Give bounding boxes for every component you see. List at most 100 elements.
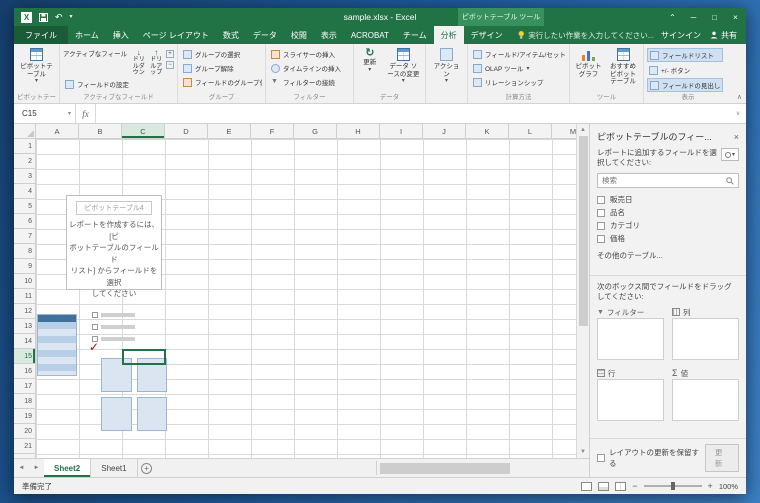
select-all-corner[interactable] [14,124,36,138]
column-header-F[interactable]: F [251,124,294,138]
zoom-out-button[interactable]: − [632,481,637,491]
row-header-2[interactable]: 2 [14,154,35,169]
pivottable-button[interactable]: ピボットテーブル ▾ [17,46,56,93]
ribbon-tab-デザイン[interactable]: デザイン [464,26,510,44]
field-settings-button[interactable]: フィールドの設定 [63,78,129,90]
row-header-7[interactable]: 7 [14,229,35,244]
zoom-slider[interactable] [643,482,702,490]
collapse-field-button[interactable]: − [166,61,174,69]
minimize-button[interactable]: ─ [683,8,704,26]
field-headers-toggle[interactable]: フィールドの見出し [647,78,724,92]
field-checkbox[interactable] [597,208,605,217]
normal-view-icon[interactable] [581,481,593,491]
horizontal-scroll-thumb[interactable] [380,462,510,474]
row-header-13[interactable]: 13 [14,319,35,334]
column-header-A[interactable]: A [36,124,79,138]
field-list-toggle[interactable]: フィールドリスト [647,48,724,62]
scroll-down-icon[interactable]: ▼ [580,448,586,456]
relationships-button[interactable]: リレーションシップ [471,76,566,88]
field-search-box[interactable] [597,173,739,188]
row-header-15[interactable]: 15 [14,349,35,364]
row-header-18[interactable]: 18 [14,394,35,409]
column-header-L[interactable]: L [509,124,552,138]
row-header-19[interactable]: 19 [14,409,35,424]
close-button[interactable]: × [725,8,746,26]
columns-area-dropzone[interactable] [672,318,739,360]
row-header-16[interactable]: 16 [14,364,35,379]
row-header-17[interactable]: 17 [14,379,35,394]
change-data-source-button[interactable]: データ ソースの変更 ▾ [385,46,422,93]
row-header-9[interactable]: 9 [14,259,35,274]
values-area-dropzone[interactable] [672,379,739,421]
row-header-8[interactable]: 8 [14,244,35,259]
row-header-4[interactable]: 4 [14,184,35,199]
group-field-button[interactable]: フィールドのグループ化 [181,76,262,88]
ribbon-display-options-button[interactable]: ⌃ [662,8,683,26]
share-button[interactable]: 共有 [710,30,737,41]
recommended-pivottables-button[interactable]: おすすめピボットテーブル [606,46,640,93]
vertical-scroll-thumb[interactable] [578,136,588,326]
row-header-1[interactable]: 1 [14,139,35,154]
ribbon-tab-分析[interactable]: 分析 [433,26,464,44]
column-header-B[interactable]: B [79,124,122,138]
insert-timeline-button[interactable]: タイムラインの挿入 [269,62,343,74]
column-header-K[interactable]: K [466,124,509,138]
field-checkbox[interactable] [597,234,605,243]
field-checkbox[interactable] [597,221,605,230]
collapse-ribbon-button[interactable]: ∧ [737,93,742,101]
field-checkbox[interactable] [597,195,605,204]
insert-slicer-button[interactable]: スライサーの挿入 [269,48,343,60]
ribbon-tab-表示[interactable]: 表示 [314,26,344,44]
pane-tools-button[interactable]: ▾ [721,148,739,161]
column-header-E[interactable]: E [208,124,251,138]
row-header-12[interactable]: 12 [14,304,35,319]
ribbon-tab-ACROBAT[interactable]: ACROBAT [344,26,396,44]
sheet-nav-right-icon[interactable]: ► [29,459,44,477]
scroll-up-icon[interactable]: ▲ [580,126,586,134]
pivotchart-button[interactable]: ピボットグラフ [573,46,604,93]
selected-cell-C15[interactable] [122,349,166,365]
column-header-J[interactable]: J [423,124,466,138]
undo-button[interactable]: ↶ [55,12,63,22]
row-header-11[interactable]: 11 [14,289,35,304]
row-header-6[interactable]: 6 [14,214,35,229]
row-header-10[interactable]: 10 [14,274,35,289]
customize-qat-button[interactable]: ▾ [70,14,73,20]
column-header-G[interactable]: G [294,124,337,138]
field-item-価格[interactable]: 価格 [597,232,739,245]
field-search-input[interactable] [602,176,726,185]
name-box-dropdown-icon[interactable]: ▾ [68,110,75,117]
plus-minus-buttons-toggle[interactable]: +/- ボタン [647,64,723,76]
more-tables-link[interactable]: その他のテーブル... [590,245,746,261]
ribbon-tab-ファイル[interactable]: ファイル [14,26,68,44]
add-sheet-button[interactable]: + [138,459,156,477]
row-header-3[interactable]: 3 [14,169,35,184]
column-header-M[interactable]: M [552,124,576,138]
sheet-nav-left-icon[interactable]: ◄ [14,459,29,477]
formula-input[interactable] [96,104,730,123]
ribbon-tab-データ[interactable]: データ [246,26,284,44]
pane-close-icon[interactable]: × [734,132,739,142]
sign-in-button[interactable]: サインイン [661,30,701,41]
ribbon-tab-数式[interactable]: 数式 [216,26,246,44]
ribbon-tab-チーム[interactable]: チーム [396,26,434,44]
field-item-品名[interactable]: 品名 [597,206,739,219]
row-header-21[interactable]: 21 [14,439,35,454]
row-header-14[interactable]: 14 [14,334,35,349]
name-box[interactable]: C15 ▾ [14,104,76,123]
page-layout-view-icon[interactable] [598,481,610,491]
row-header-20[interactable]: 20 [14,424,35,439]
group-selection-button[interactable]: グループの選択 [181,48,262,60]
sheet-tab-Sheet1[interactable]: Sheet1 [91,459,138,477]
ribbon-tab-校閲[interactable]: 校閲 [284,26,314,44]
insert-function-button[interactable]: fx [76,104,96,123]
field-item-販売日[interactable]: 販売日 [597,193,739,206]
ungroup-button[interactable]: グループ解除 [181,62,262,74]
grid-cells[interactable]: ピボットテーブル4 レポートを作成するには、[ピ ボットテーブルのフィールド リ… [36,139,576,458]
column-header-D[interactable]: D [165,124,208,138]
fields-items-sets-button[interactable]: フィールド/アイテム/セット ▾ [471,48,566,60]
column-header-C[interactable]: C [122,124,165,138]
horizontal-scrollbar[interactable] [376,461,589,475]
rows-area-dropzone[interactable] [597,379,664,421]
tell-me-box[interactable]: 実行したい作業を入力してください... [510,26,661,44]
